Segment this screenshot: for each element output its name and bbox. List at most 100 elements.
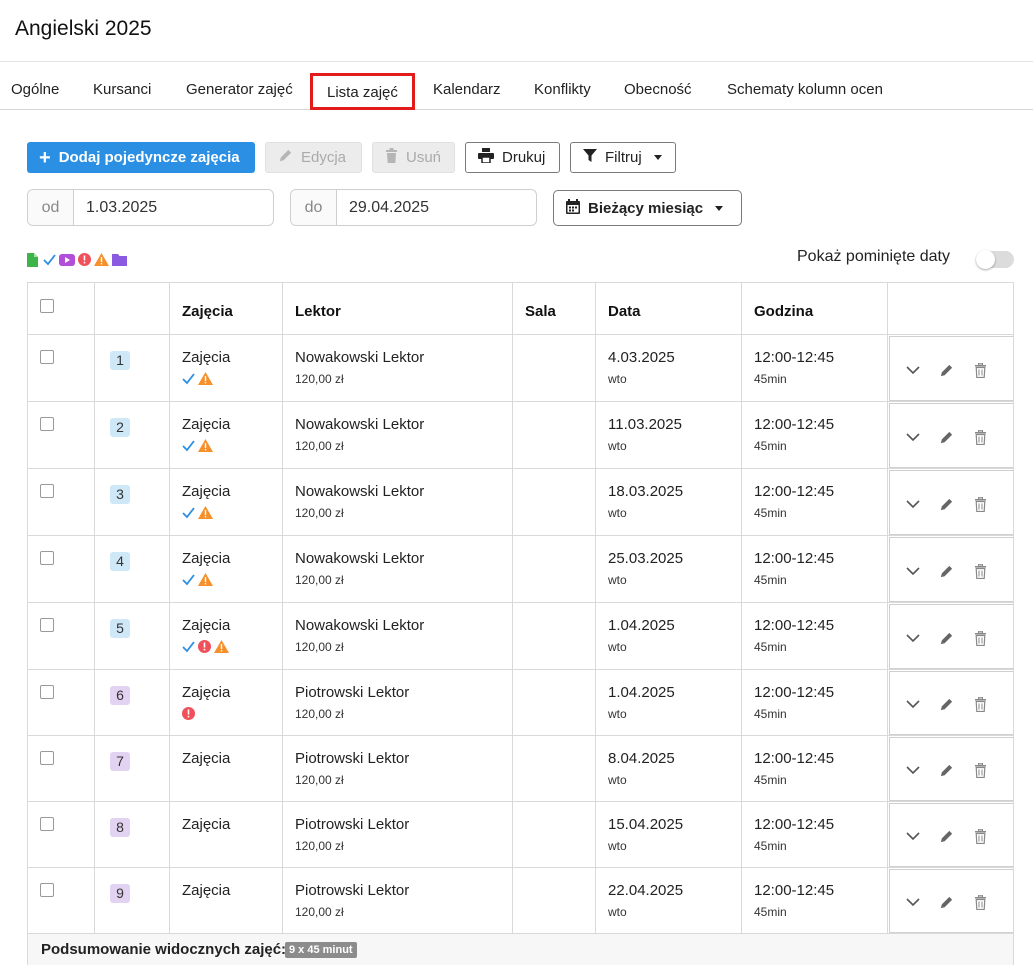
trash-icon[interactable] <box>972 828 988 844</box>
date-from-input[interactable]: 1.03.2025 <box>74 190 273 225</box>
lecturer-price: 120,00 zł <box>295 905 344 919</box>
row-checkbox[interactable] <box>40 685 54 699</box>
pencil-icon[interactable] <box>938 563 954 579</box>
pencil-icon[interactable] <box>938 828 954 844</box>
lecturer-price: 120,00 zł <box>295 773 344 787</box>
check-icon <box>43 253 56 266</box>
tab-class-list[interactable]: Lista zajęć <box>310 73 415 110</box>
trash-icon[interactable] <box>972 429 988 445</box>
delete-button[interactable]: Usuń <box>372 142 455 173</box>
skipped-dates-toggle[interactable] <box>976 250 1014 269</box>
trash-icon[interactable] <box>972 362 988 378</box>
chevron-down-icon[interactable] <box>905 563 921 579</box>
table-cell <box>513 603 596 669</box>
table-row: 5 Zajęcia Nowakowski Lektor 120,00 zł 1.04.2… <box>28 603 1013 670</box>
chevron-down-icon[interactable] <box>905 894 921 910</box>
class-type: Zajęcia <box>182 416 231 433</box>
row-checkbox[interactable] <box>40 817 54 831</box>
class-time: 12:00-12:45 <box>754 349 835 366</box>
trash-icon[interactable] <box>972 496 988 512</box>
current-month-button[interactable]: Bieżący miesiąc <box>553 190 742 226</box>
filter-button[interactable]: Filtruj <box>570 142 676 173</box>
print-button[interactable]: Drukuj <box>465 142 560 173</box>
row-checkbox[interactable] <box>40 883 54 897</box>
tab-grade-schemes[interactable]: Schematy kolumn ocen <box>727 70 883 110</box>
row-checkbox[interactable] <box>40 484 54 498</box>
add-class-button[interactable]: + Dodaj pojedyncze zajęcia <box>27 142 255 173</box>
warning-icon <box>198 573 213 586</box>
tab-class-generator[interactable]: Generator zajęć <box>186 70 293 110</box>
chevron-down-icon[interactable] <box>905 762 921 778</box>
row-checkbox[interactable] <box>40 350 54 364</box>
chevron-down-icon[interactable] <box>905 696 921 712</box>
table-cell: 12:00-12:45 45min <box>742 603 888 669</box>
select-all-checkbox[interactable] <box>40 299 54 313</box>
class-time: 12:00-12:45 <box>754 750 835 767</box>
pencil-icon[interactable] <box>938 762 954 778</box>
lecturer-name: Nowakowski Lektor <box>295 483 425 500</box>
chevron-down-icon[interactable] <box>905 362 921 378</box>
chevron-down-icon[interactable] <box>905 429 921 445</box>
trash-icon[interactable] <box>972 563 988 579</box>
table-cell <box>513 736 596 801</box>
row-checkbox[interactable] <box>40 618 54 632</box>
trash-icon[interactable] <box>972 696 988 712</box>
table-cell <box>888 868 1013 933</box>
table-cell: Nowakowski Lektor 120,00 zł <box>283 603 513 669</box>
check-icon <box>182 372 195 385</box>
summary-badge: 9 x 45 minut <box>285 942 357 958</box>
table-cell: Zajęcia <box>170 736 283 801</box>
row-number-badge: 7 <box>110 752 130 771</box>
pencil-icon[interactable] <box>938 696 954 712</box>
tab-general[interactable]: Ogólne <box>11 70 59 110</box>
status-icons <box>182 372 213 385</box>
class-time: 12:00-12:45 <box>754 416 835 433</box>
pencil-icon[interactable] <box>938 894 954 910</box>
table-cell <box>28 402 95 468</box>
row-number-badge: 4 <box>110 552 130 571</box>
printer-icon <box>478 148 494 167</box>
chevron-down-icon[interactable] <box>905 496 921 512</box>
tab-calendar[interactable]: Kalendarz <box>433 70 501 110</box>
row-checkbox[interactable] <box>40 417 54 431</box>
class-time: 12:00-12:45 <box>754 882 835 899</box>
table-cell: 12:00-12:45 45min <box>742 736 888 801</box>
table-cell: Zajęcia <box>170 469 283 535</box>
status-icons <box>182 640 229 653</box>
pencil-icon[interactable] <box>938 362 954 378</box>
trash-icon[interactable] <box>972 762 988 778</box>
chevron-down-icon[interactable] <box>905 630 921 646</box>
table-cell <box>888 283 1013 334</box>
row-actions <box>889 737 1013 801</box>
table-row: 2 Zajęcia Nowakowski Lektor 120,00 zł 11.03.… <box>28 402 1013 469</box>
tab-students[interactable]: Kursanci <box>93 70 151 110</box>
table-cell: 12:00-12:45 45min <box>742 335 888 401</box>
table-cell <box>28 670 95 735</box>
date-to-input[interactable]: 29.04.2025 <box>337 190 536 225</box>
error-icon <box>78 252 91 266</box>
chevron-down-icon[interactable] <box>905 828 921 844</box>
check-icon <box>182 506 195 519</box>
row-checkbox[interactable] <box>40 751 54 765</box>
row-checkbox[interactable] <box>40 551 54 565</box>
pencil-icon[interactable] <box>938 496 954 512</box>
edit-button[interactable]: Edycja <box>265 142 362 173</box>
date-from-field[interactable]: od 1.03.2025 <box>27 189 274 226</box>
tab-conflicts[interactable]: Konflikty <box>534 70 591 110</box>
table-cell: Nowakowski Lektor 120,00 zł <box>283 469 513 535</box>
trash-icon[interactable] <box>972 894 988 910</box>
pencil-icon[interactable] <box>938 429 954 445</box>
pencil-icon <box>278 148 293 167</box>
table-cell <box>888 603 1013 669</box>
edit-label: Edycja <box>301 149 347 166</box>
class-time: 12:00-12:45 <box>754 483 835 500</box>
class-date: 4.03.2025 <box>608 349 675 366</box>
pencil-icon[interactable] <box>938 630 954 646</box>
date-to-field[interactable]: do 29.04.2025 <box>290 189 537 226</box>
header-time: Godzina <box>754 303 814 320</box>
toggle-knob <box>976 250 995 269</box>
class-duration: 45min <box>754 707 787 721</box>
table-cell: Zajęcia <box>170 536 283 602</box>
trash-icon[interactable] <box>972 630 988 646</box>
tab-attendance[interactable]: Obecność <box>624 70 692 110</box>
